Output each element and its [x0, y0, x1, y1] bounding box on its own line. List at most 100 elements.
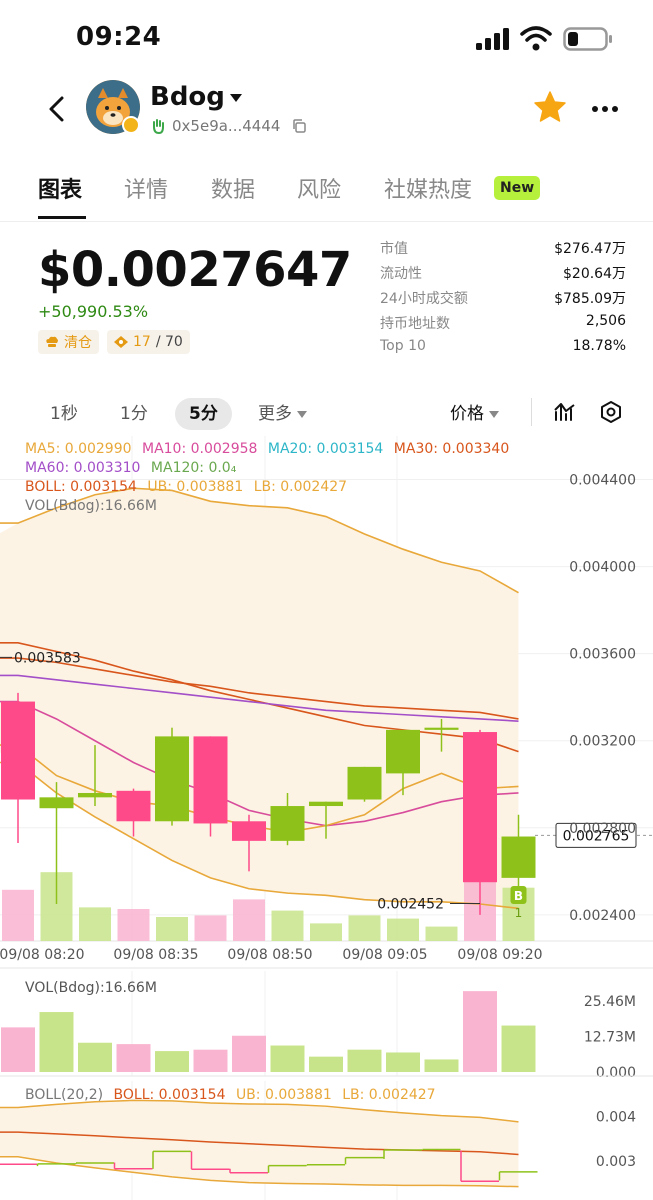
stat-row: Top 10 18.78% — [380, 338, 626, 363]
tab-details[interactable]: 详情 — [124, 172, 168, 204]
boll-panel-legend: BOLL(20,2) BOLL: 0.003154 UB: 0.003881 L… — [25, 1087, 436, 1103]
more-options-icon[interactable] — [591, 105, 619, 113]
candle-body — [155, 736, 189, 822]
boll-band — [0, 488, 519, 909]
volume-panel-bar — [78, 1042, 112, 1072]
high-price-label: 0.003583 — [14, 650, 81, 666]
copy-icon[interactable] — [292, 119, 307, 133]
time-tick-label: 09/08 09:05 — [342, 947, 427, 963]
time-axis-ticks: 09/08 08:20 09/08 08:35 09/08 08:50 09/08 0… — [0, 947, 543, 963]
boll-tick-label: 0.004 — [596, 1109, 636, 1125]
volume-panel-bar — [232, 1035, 266, 1072]
ma30-label: MA30: 0.003340 — [393, 441, 510, 457]
stat-value: $20.64万 — [563, 266, 626, 282]
tab-data[interactable]: 数据 — [211, 172, 255, 204]
volume-panel-bar — [193, 1049, 228, 1072]
wifi-icon — [520, 26, 552, 51]
stat-label: 市值 — [380, 241, 408, 257]
volume-bar — [156, 917, 188, 941]
market-stats: 市值 $276.47万 流动性 $20.64万 24小时成交额 $785.09万… — [380, 238, 626, 363]
price-tick-label: 0.003200 — [569, 734, 636, 750]
boll-panel-boll: BOLL: 0.003154 — [113, 1087, 226, 1103]
interval-1s[interactable]: 1秒 — [50, 398, 78, 430]
candle-body — [347, 766, 382, 800]
settings-hexagon-icon[interactable] — [599, 400, 623, 424]
volume-panel-bar — [155, 1051, 189, 1072]
stat-value: 2,506 — [585, 313, 626, 329]
boll-band-fill — [0, 488, 519, 909]
volume-tick-label: 25.46M — [584, 994, 636, 1010]
candle-body — [1, 701, 35, 800]
active-tab-indicator — [38, 216, 86, 219]
price-tick-label: 0.002400 — [569, 908, 636, 924]
clear-position-pill[interactable]: 清仓 — [38, 330, 99, 354]
volume-bar — [2, 889, 34, 941]
volume-bar — [194, 915, 227, 941]
indicator-chart-icon[interactable] — [553, 400, 577, 424]
low-price-label: 0.002452 — [377, 897, 444, 913]
holder-pills: 清仓 17 / 70 — [38, 330, 190, 354]
score-pill[interactable]: 17 / 70 — [107, 330, 190, 354]
time-tick-label: 09/08 08:50 — [227, 947, 312, 963]
boll-legend-row: BOLL: 0.003154 UB: 0.003881 LB: 0.002427 — [25, 479, 347, 495]
token-header: Bdog 0x5e9a...4444 — [0, 72, 653, 152]
stat-label: 持币地址数 — [380, 316, 450, 332]
candle-body — [463, 732, 497, 883]
back-arrow-icon[interactable] — [44, 94, 70, 124]
stat-label: 流动性 — [380, 266, 422, 282]
stat-row: 市值 $276.47万 — [380, 238, 626, 263]
candle-body — [39, 797, 74, 809]
tab-chart[interactable]: 图表 — [38, 172, 82, 204]
volume-panel-bar — [386, 1052, 420, 1072]
stat-label: Top 10 — [380, 338, 426, 354]
ma-legend-row-2: MA60: 0.003310 MA120: 0.0₄ — [25, 460, 236, 476]
tab-risk[interactable]: 风险 — [297, 172, 341, 204]
diamond-icon — [114, 336, 128, 348]
price-tick-label: 0.002800 — [569, 821, 636, 837]
interval-1m[interactable]: 1分 — [120, 398, 148, 430]
volume-bar — [387, 918, 419, 941]
toolbar-divider — [531, 398, 532, 426]
chevron-down-icon — [489, 410, 499, 418]
stat-value: $276.47万 — [554, 241, 626, 257]
tab-social-heat[interactable]: 社媒热度 — [384, 172, 472, 204]
candle-body — [116, 790, 151, 822]
stat-row: 持币地址数 2,506 — [380, 313, 626, 338]
kline-chart[interactable]: 0.003583 0.002452 0.002765 B 1 0.004400 0.004… — [0, 436, 653, 1200]
volume-panel-bar — [424, 1059, 459, 1072]
interval-more[interactable]: 更多 — [258, 398, 307, 430]
buy-marker-letter: B — [514, 889, 523, 903]
price-tick-label: 0.004400 — [569, 473, 636, 489]
volume-panel-bar — [270, 1045, 305, 1072]
ma60-label: MA60: 0.003310 — [25, 460, 141, 476]
candle-body — [232, 821, 266, 841]
new-badge: New — [494, 176, 541, 200]
volume-bar — [233, 899, 265, 941]
interval-5m[interactable]: 5分 — [175, 398, 232, 430]
volume-tick-label: 0.000 — [596, 1065, 636, 1081]
status-bar: 09:24 — [0, 0, 653, 72]
price-mode-dropdown[interactable]: 价格 — [450, 398, 499, 430]
vol-panel-title: VOL(Bdog):16.66M — [25, 980, 157, 996]
score-total: / 70 — [155, 334, 183, 350]
candle-body — [78, 792, 112, 798]
candle-body — [193, 736, 228, 824]
chef-hat-icon — [46, 336, 58, 347]
volume-panel-bar — [347, 1049, 382, 1072]
boll-tick-label: 0.003 — [596, 1154, 636, 1170]
price-change: +50,990.53% — [38, 302, 149, 321]
volume-panel-bar — [116, 1044, 151, 1072]
kline-chart-canvas[interactable]: 0.0035830.0024520.002765B1 0.0044000.004… — [0, 436, 653, 1200]
detail-tabs: 图表 详情 数据 风险 社媒热度 New — [0, 160, 653, 222]
candle-body — [501, 836, 536, 878]
candle-body — [424, 727, 459, 730]
token-dropdown-caret-icon[interactable] — [230, 94, 242, 102]
ma10-label: MA10: 0.002958 — [141, 441, 258, 457]
current-price: $0.0027647 — [38, 242, 352, 298]
stat-row: 24小时成交额 $785.09万 — [380, 288, 626, 313]
favorite-star-icon[interactable] — [533, 90, 567, 124]
stat-row: 流动性 $20.64万 — [380, 263, 626, 288]
token-name[interactable]: Bdog — [150, 82, 225, 112]
clear-position-label: 清仓 — [64, 335, 92, 351]
buy-marker-count: 1 — [515, 906, 523, 920]
